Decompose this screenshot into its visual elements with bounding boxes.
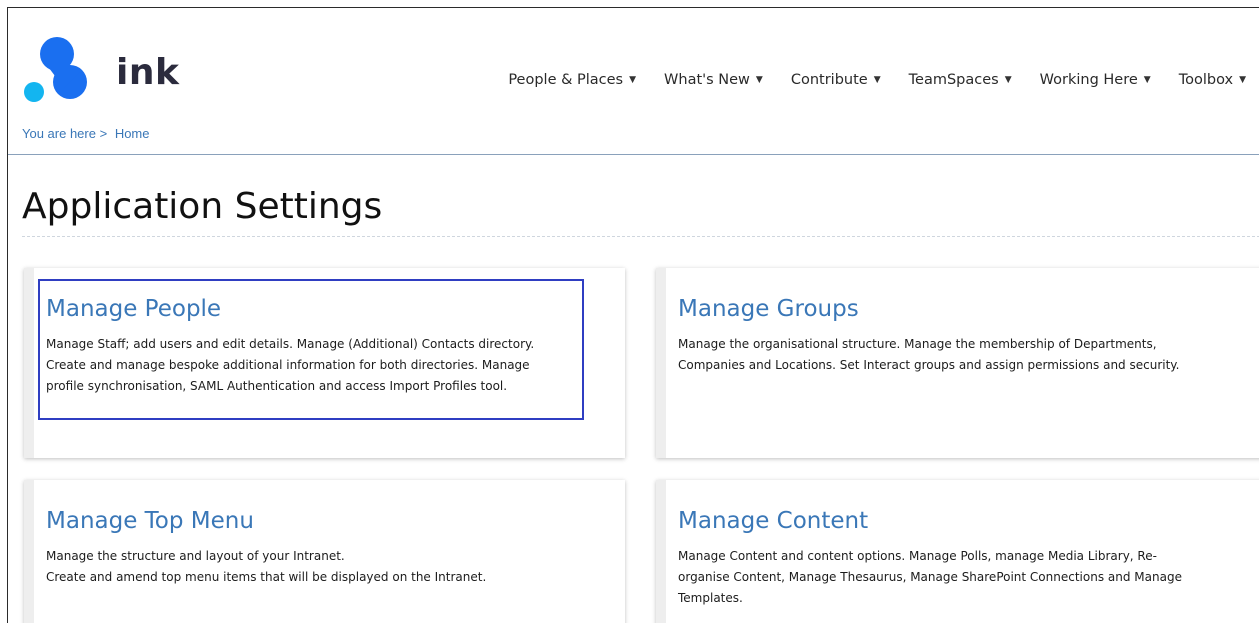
card-title-manage-content[interactable]: Manage Content xyxy=(678,508,1259,534)
nav-working-here[interactable]: Working Here ▼ xyxy=(1026,72,1165,88)
card-manage-people[interactable]: Manage People Manage Staff; add users an… xyxy=(24,268,625,458)
card-title-manage-top-menu[interactable]: Manage Top Menu xyxy=(46,508,611,534)
title-divider xyxy=(22,236,1259,237)
card-description: Manage Staff; add users and edit details… xyxy=(46,334,611,397)
breadcrumb-home-link[interactable]: Home xyxy=(115,126,150,141)
nav-label: People & Places xyxy=(508,72,624,88)
card-manage-content[interactable]: Manage Content Manage Content and conten… xyxy=(656,480,1259,623)
nav-label: Working Here xyxy=(1039,72,1138,88)
caret-down-icon: ▼ xyxy=(629,75,637,85)
caret-down-icon: ▼ xyxy=(873,75,881,85)
ink-logo[interactable]: ink xyxy=(24,36,184,106)
nav-toolbox[interactable]: Toolbox ▼ xyxy=(1165,72,1259,88)
brand-name: ink xyxy=(116,52,180,93)
site-header: ink People & Places ▼ What's New ▼ Contr… xyxy=(8,8,1259,155)
description-line: Create and manage bespoke additional inf… xyxy=(46,358,530,372)
card-description: Manage the structure and layout of your … xyxy=(46,546,611,588)
description-line: Templates. xyxy=(678,591,743,605)
card-description: Manage the organisational structure. Man… xyxy=(678,334,1259,376)
card-title-manage-groups[interactable]: Manage Groups xyxy=(678,296,1259,322)
caret-down-icon: ▼ xyxy=(1004,75,1012,85)
nav-label: Toolbox xyxy=(1178,72,1234,88)
caret-down-icon: ▼ xyxy=(1239,75,1246,85)
description-line: Create and amend top menu items that wil… xyxy=(46,570,487,584)
nav-people-places[interactable]: People & Places ▼ xyxy=(494,72,650,88)
description-line: Manage Staff; add users and edit details… xyxy=(46,337,535,351)
description-line: Manage the structure and layout of your … xyxy=(46,549,345,563)
breadcrumb: You are here > Home xyxy=(22,126,150,141)
caret-down-icon: ▼ xyxy=(1143,75,1151,85)
card-manage-groups[interactable]: Manage Groups Manage the organisational … xyxy=(656,268,1259,458)
description-line: organise Content, Manage Thesaurus, Mana… xyxy=(678,570,1182,584)
description-line: profile synchronisation, SAML Authentica… xyxy=(46,379,508,393)
description-line: Companies and Locations. Set Interact gr… xyxy=(678,358,1180,372)
nav-whats-new[interactable]: What's New ▼ xyxy=(650,72,777,88)
ink-logo-icon xyxy=(24,37,87,102)
nav-contribute[interactable]: Contribute ▼ xyxy=(777,72,895,88)
card-title-manage-people[interactable]: Manage People xyxy=(46,296,611,322)
card-description: Manage Content and content options. Mana… xyxy=(678,546,1259,609)
nav-label: What's New xyxy=(664,72,750,88)
nav-label: Contribute xyxy=(790,72,868,88)
nav-label: TeamSpaces xyxy=(908,72,999,88)
top-menu: People & Places ▼ What's New ▼ Contribut… xyxy=(494,72,1259,88)
description-line: Manage Content and content options. Mana… xyxy=(678,549,1157,563)
page-title: Application Settings xyxy=(22,186,383,227)
card-manage-top-menu[interactable]: Manage Top Menu Manage the structure and… xyxy=(24,480,625,623)
caret-down-icon: ▼ xyxy=(755,75,763,85)
breadcrumb-prefix: You are here > xyxy=(22,126,108,141)
description-line: Manage the organisational structure. Man… xyxy=(678,337,1157,351)
nav-teamspaces[interactable]: TeamSpaces ▼ xyxy=(895,72,1026,88)
app-window: ink People & Places ▼ What's New ▼ Contr… xyxy=(7,7,1259,623)
